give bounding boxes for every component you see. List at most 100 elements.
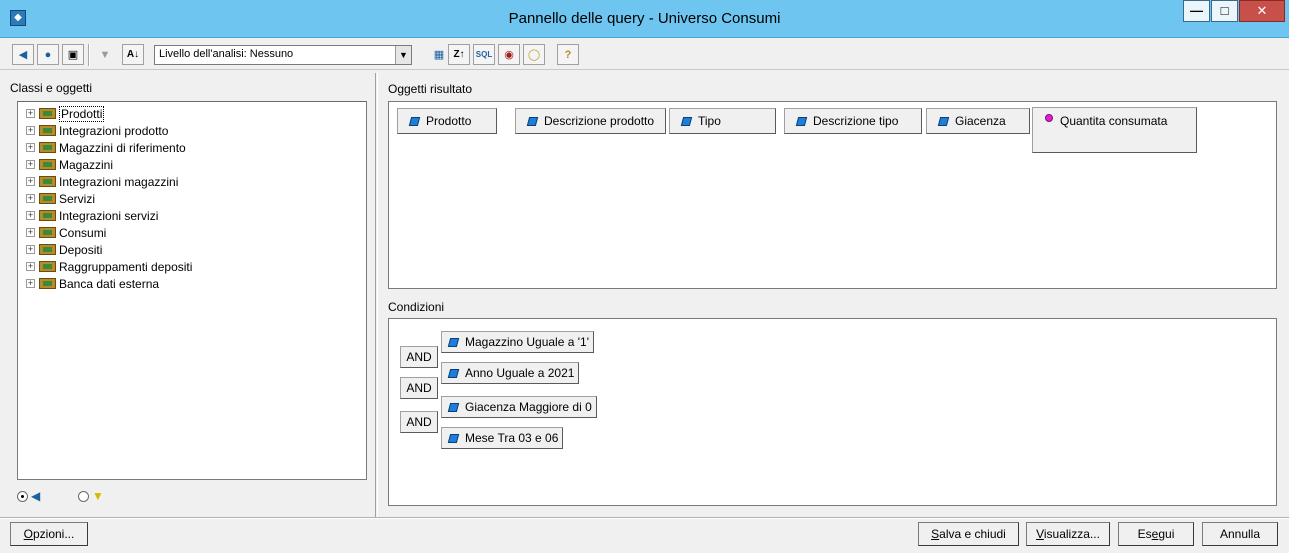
expand-icon[interactable]: + [26, 228, 35, 237]
sql-button[interactable]: SQL [473, 44, 495, 65]
cancel-button[interactable]: Annulla [1202, 522, 1278, 546]
options-button[interactable]: Opzioni... [10, 522, 88, 546]
window-view-button[interactable]: ▣ [62, 44, 84, 65]
sql-icon: SQL [475, 50, 493, 59]
result-object-descrizione-prodotto[interactable]: Descrizione prodotto [515, 108, 666, 134]
tree-item-integrazioni-magazzini[interactable]: + Integrazioni magazzini [26, 173, 178, 190]
help-button[interactable]: ? [557, 44, 579, 65]
condition-label: Giacenza Maggiore di 0 [465, 400, 592, 414]
tree-item-raggruppamenti-depositi[interactable]: + Raggruppamenti depositi [26, 258, 192, 275]
condition-label: Anno Uguale a 2021 [465, 366, 575, 380]
class-folder-icon [39, 261, 56, 272]
maximize-button[interactable]: □ [1211, 0, 1238, 22]
filter-button[interactable]: ▼ [94, 44, 116, 65]
save-close-button[interactable]: Salva e chiudi [918, 522, 1019, 546]
expand-icon[interactable]: + [26, 194, 35, 203]
radio-filters-view[interactable]: ▼ [78, 489, 104, 503]
classes-objects-label: Classi e oggetti [10, 81, 93, 95]
result-object-tipo[interactable]: Tipo [669, 108, 776, 134]
dimension-icon [408, 116, 421, 126]
analysis-level-select[interactable]: Livello dell'analisi: Nessuno ▼ [154, 45, 412, 65]
tree-item-servizi[interactable]: + Servizi [26, 190, 95, 207]
data-provider-button[interactable]: ◉ [498, 44, 520, 65]
conditions-label: Condizioni [388, 300, 445, 314]
class-folder-icon [39, 176, 56, 187]
tree-item-banca-dati-esterna[interactable]: + Banca dati esterna [26, 275, 159, 292]
dimension-icon [447, 433, 460, 443]
run-button[interactable]: Esegui [1118, 522, 1194, 546]
result-object-giacenza[interactable]: Giacenza [926, 108, 1030, 134]
expand-icon[interactable]: + [26, 160, 35, 169]
expand-icon[interactable]: + [26, 245, 35, 254]
title-bar: ◆ Pannello delle query - Universo Consum… [0, 0, 1289, 38]
result-object-prodotto[interactable]: Prodotto [397, 108, 497, 134]
options-mnemonic: O [23, 527, 33, 541]
minimize-button[interactable]: — [1183, 0, 1210, 22]
window-title: Pannello delle query - Universo Consumi [508, 10, 781, 27]
result-objects-area[interactable]: Prodotto Descrizione prodotto Tipo Descr… [388, 101, 1277, 289]
object-properties-button[interactable]: ● [37, 44, 59, 65]
and-operator-button[interactable]: AND [400, 377, 438, 399]
expand-icon[interactable]: + [26, 211, 35, 220]
tree-item-prodotti[interactable]: + Prodotti [26, 105, 105, 122]
tree-item-label: Depositi [59, 242, 103, 257]
condition-item[interactable]: Giacenza Maggiore di 0 [441, 396, 597, 418]
result-object-descrizione-tipo[interactable]: Descrizione tipo [784, 108, 922, 134]
tree-item-magazzini[interactable]: + Magazzini [26, 156, 113, 173]
expand-icon[interactable]: + [26, 126, 35, 135]
tree-item-label: Consumi [59, 225, 107, 240]
expand-icon[interactable]: + [26, 177, 35, 186]
expand-icon[interactable]: + [26, 262, 35, 271]
tree-item-label: Integrazioni servizi [59, 208, 159, 223]
condition-item[interactable]: Magazzino Uguale a '1' [441, 331, 594, 353]
save-close-label: alva e chiudi [939, 527, 1006, 541]
dimension-icon [937, 116, 950, 126]
class-folder-icon [39, 278, 56, 289]
result-objects-label: Oggetti risultato [388, 82, 473, 96]
tree-item-integrazioni-prodotto[interactable]: + Integrazioni prodotto [26, 122, 168, 139]
result-object-quantita-consumata[interactable]: Quantita consumata [1032, 107, 1197, 153]
result-object-label: Prodotto [426, 114, 472, 128]
and-operator-button[interactable]: AND [400, 346, 438, 368]
tree-item-label: Magazzini di riferimento [59, 140, 186, 155]
tree-item-depositi[interactable]: + Depositi [26, 241, 102, 258]
condition-item[interactable]: Mese Tra 03 e 06 [441, 427, 564, 449]
tree-item-integrazioni-servizi[interactable]: + Integrazioni servizi [26, 207, 158, 224]
condition-item[interactable]: Anno Uguale a 2021 [441, 362, 580, 384]
expand-icon[interactable]: + [26, 279, 35, 288]
tree-item-consumi[interactable]: + Consumi [26, 224, 106, 241]
radio-button[interactable] [78, 490, 89, 502]
close-button[interactable]: ✕ [1239, 0, 1285, 22]
conditions-area[interactable]: AND AND AND Magazzino Uguale a '1' Anno … [388, 318, 1277, 506]
tree-item-label: Servizi [59, 191, 96, 206]
sort-order-button[interactable]: Z↑ [448, 44, 470, 65]
combined-query-button[interactable]: ◯ [523, 44, 545, 65]
scope-analysis-button[interactable]: ▦ [428, 44, 450, 65]
expand-icon[interactable]: + [26, 109, 35, 118]
chevron-down-icon: ▼ [395, 46, 411, 64]
object-properties-icon: ● [44, 48, 52, 61]
class-folder-icon [39, 125, 56, 136]
tree-item-label: Magazzini [59, 157, 114, 172]
result-object-label: Quantita consumata [1060, 114, 1168, 128]
dimension-icon [447, 402, 460, 412]
combined-query-icon: ◯ [527, 49, 541, 61]
classes-objects-tree[interactable]: + Prodotti + Integrazioni prodotto + Mag… [17, 101, 367, 480]
classes-objects-icon: ◀ [18, 49, 28, 61]
view-button[interactable]: Visualizza... [1026, 522, 1110, 546]
classes-objects-view-button[interactable]: ◀ [12, 44, 34, 65]
and-operator-button[interactable]: AND [400, 411, 438, 433]
class-folder-icon [39, 227, 56, 238]
expand-icon[interactable]: + [26, 143, 35, 152]
panel-splitter[interactable] [375, 73, 378, 518]
tree-item-label: Integrazioni magazzini [59, 174, 179, 189]
radio-objects-view[interactable]: ◀ [17, 489, 40, 503]
radio-button[interactable] [17, 490, 28, 502]
tree-item-magazzini-di-riferimento[interactable]: + Magazzini di riferimento [26, 139, 186, 156]
result-object-label: Descrizione tipo [813, 114, 899, 128]
options-label: pzioni... [32, 527, 75, 541]
class-folder-icon [39, 193, 56, 204]
class-folder-icon [39, 244, 56, 255]
filter-icon: ▼ [99, 48, 111, 61]
sort-button[interactable]: A↓ [122, 44, 144, 65]
